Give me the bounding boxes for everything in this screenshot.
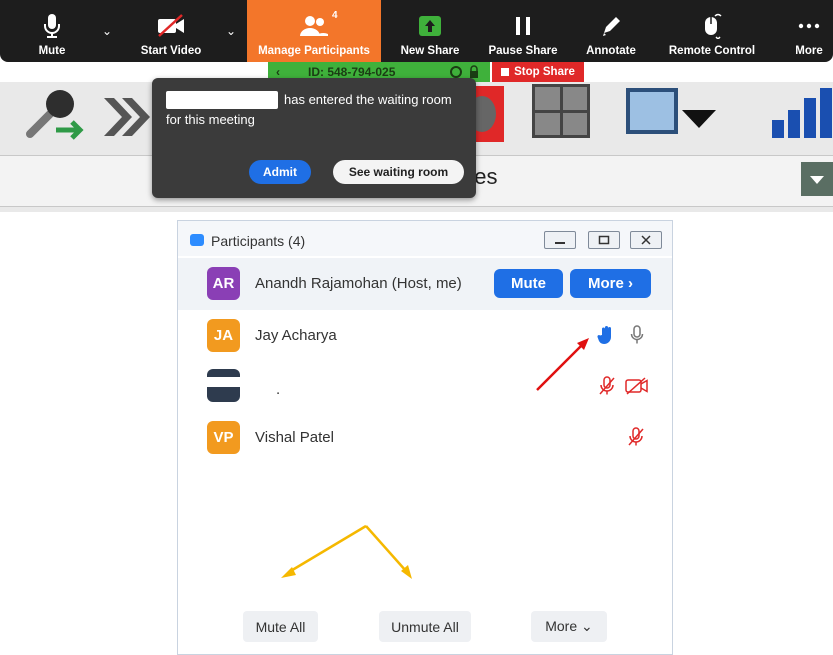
red-arrow-annotation xyxy=(536,338,589,391)
yellow-arrow-annotation xyxy=(281,524,412,579)
annotation-arrows xyxy=(281,338,589,579)
